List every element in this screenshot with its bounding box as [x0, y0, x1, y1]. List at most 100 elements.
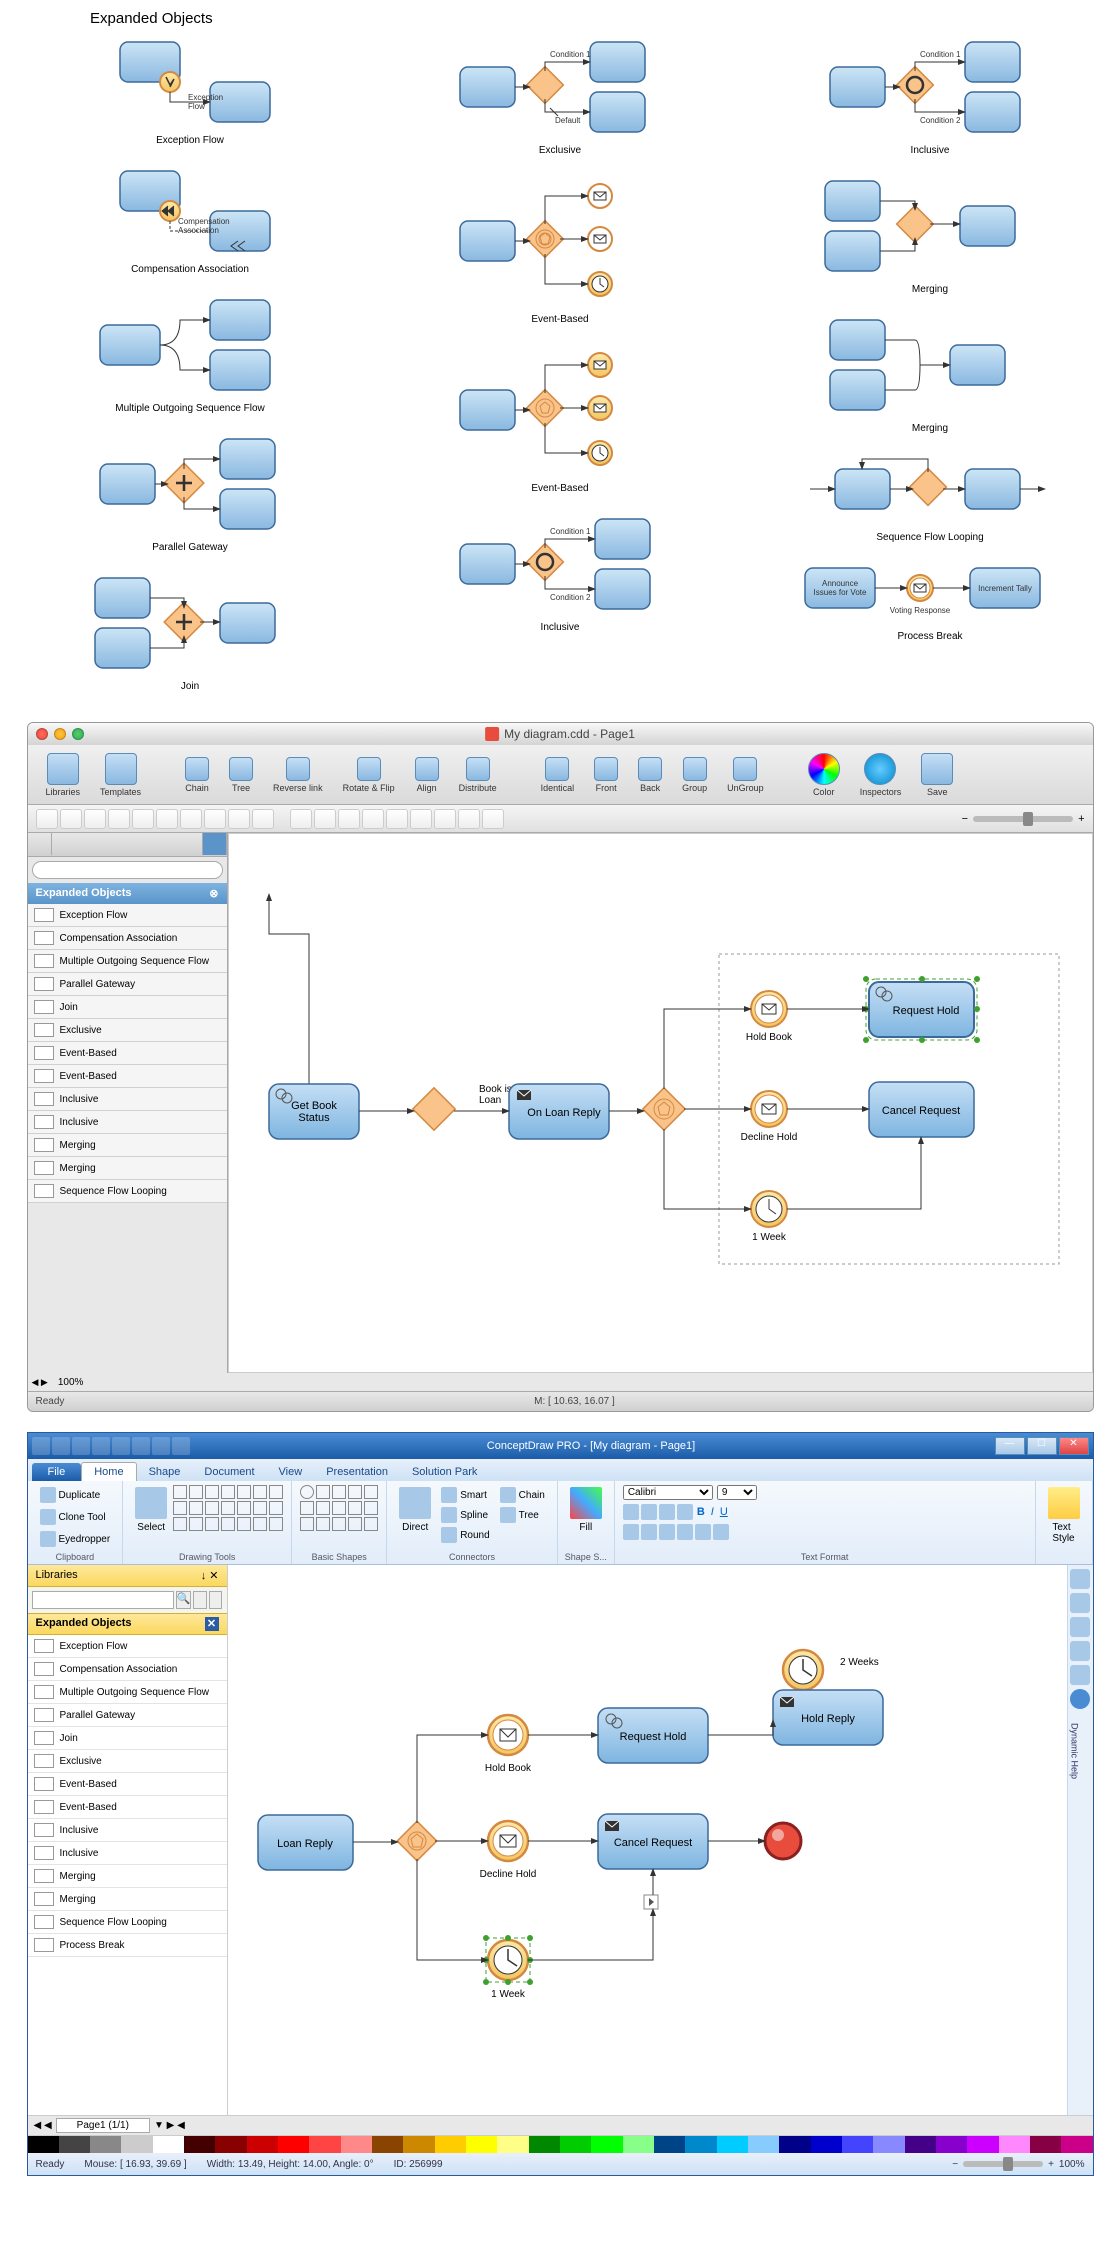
toolbar-group[interactable]: Group	[674, 753, 715, 797]
sidebar-header[interactable]: Expanded Objects⊗	[28, 883, 227, 904]
basic-shapes-grid[interactable]	[300, 1485, 378, 1531]
sidebar-item[interactable]: Inclusive	[28, 1088, 227, 1111]
toolbar-distribute[interactable]: Distribute	[451, 753, 505, 797]
page-tabs[interactable]: ◀ ◀Page1 (1/1)▼ ▶ ◀	[28, 2115, 1093, 2135]
canvas[interactable]: Get BookStatus Book isLoan On Loan Reply…	[228, 833, 1093, 1373]
font-select[interactable]: Calibri	[623, 1485, 713, 1500]
maximize-button[interactable]: ☐	[1027, 1437, 1057, 1455]
close-button[interactable]: ✕	[1059, 1437, 1089, 1455]
close-button[interactable]	[36, 728, 48, 740]
color-swatch[interactable]	[529, 2136, 560, 2153]
sidebar-item[interactable]: Multiple Outgoing Sequence Flow	[28, 950, 227, 973]
sidebar-item[interactable]: Parallel Gateway	[28, 1704, 227, 1727]
sidebar-item[interactable]: Exclusive	[28, 1750, 227, 1773]
color-swatch[interactable]	[967, 2136, 998, 2153]
close-icon[interactable]: ✕	[205, 1617, 219, 1631]
search-input[interactable]	[32, 861, 223, 879]
sidebar-item[interactable]: Merging	[28, 1865, 227, 1888]
sidebar-item[interactable]: Inclusive	[28, 1842, 227, 1865]
win-titlebar[interactable]: ConceptDraw PRO - [My diagram - Page1] —…	[28, 1433, 1093, 1459]
minimize-button[interactable]: —	[995, 1437, 1025, 1455]
color-swatch[interactable]	[591, 2136, 622, 2153]
color-swatch[interactable]	[560, 2136, 591, 2153]
tab-file[interactable]: File	[32, 1463, 82, 1481]
color-swatch[interactable]	[936, 2136, 967, 2153]
color-swatch[interactable]	[372, 2136, 403, 2153]
qat-button[interactable]	[32, 1437, 50, 1455]
sidebar-item[interactable]: Sequence Flow Looping	[28, 1911, 227, 1934]
fill-button[interactable]: Fill	[566, 1485, 606, 1535]
tab-document[interactable]: Document	[192, 1463, 266, 1481]
color-swatch[interactable]	[654, 2136, 685, 2153]
color-swatch[interactable]	[905, 2136, 936, 2153]
sidebar-item[interactable]: Inclusive	[28, 1819, 227, 1842]
sidebar-item[interactable]: Exception Flow	[28, 904, 227, 927]
sidebar-item[interactable]: Process Break	[28, 1934, 227, 1957]
color-swatch[interactable]	[717, 2136, 748, 2153]
zoom-slider[interactable]: −+	[962, 813, 1085, 825]
minimize-button[interactable]	[54, 728, 66, 740]
fontsize-select[interactable]: 9	[717, 1485, 757, 1500]
color-swatch[interactable]	[278, 2136, 309, 2153]
tab-view[interactable]: View	[267, 1463, 315, 1481]
help-icon[interactable]	[1070, 1689, 1090, 1709]
color-swatch[interactable]	[748, 2136, 779, 2153]
color-swatch[interactable]	[779, 2136, 810, 2153]
close-icon[interactable]: ⊗	[209, 887, 218, 900]
eyedropper-button[interactable]: Eyedropper	[36, 1529, 115, 1549]
canvas[interactable]: Loan Reply Hold Book Decline Hold 1 Week…	[228, 1565, 1067, 2115]
clone-button[interactable]: Clone Tool	[36, 1507, 110, 1527]
sidebar-item[interactable]: Join	[28, 996, 227, 1019]
color-swatch[interactable]	[184, 2136, 215, 2153]
toolbar-libraries[interactable]: Libraries	[38, 749, 89, 801]
search-button[interactable]: 🔍	[176, 1591, 192, 1609]
color-bar[interactable]	[28, 2135, 1093, 2153]
sidebar-item[interactable]: Event-Based	[28, 1065, 227, 1088]
color-swatch[interactable]	[999, 2136, 1030, 2153]
toolbar-color[interactable]: Color	[800, 749, 848, 801]
toolbar-tree[interactable]: Tree	[221, 753, 261, 797]
sidebar-item[interactable]: Compensation Association	[28, 927, 227, 950]
color-swatch[interactable]	[403, 2136, 434, 2153]
search-input[interactable]	[32, 1591, 174, 1609]
toolbar-save[interactable]: Save	[913, 749, 961, 801]
zoom-control[interactable]: −+ 100%	[952, 2159, 1084, 2170]
toolbar-chain[interactable]: Chain	[177, 753, 217, 797]
maximize-button[interactable]	[72, 728, 84, 740]
libraries-header[interactable]: Libraries↓ ✕	[28, 1565, 227, 1587]
tab-solution-park[interactable]: Solution Park	[400, 1463, 489, 1481]
toolbar-ungroup[interactable]: UnGroup	[719, 753, 772, 797]
tab-shape[interactable]: Shape	[137, 1463, 193, 1481]
toolbar-rotate-flip[interactable]: Rotate & Flip	[335, 753, 403, 797]
tab-presentation[interactable]: Presentation	[314, 1463, 400, 1481]
tool-icon[interactable]	[1070, 1569, 1090, 1589]
duplicate-button[interactable]: Duplicate	[36, 1485, 105, 1505]
color-swatch[interactable]	[497, 2136, 528, 2153]
sidebar-item[interactable]: Merging	[28, 1134, 227, 1157]
tab-home[interactable]: Home	[81, 1462, 136, 1481]
sidebar-item[interactable]: Event-Based	[28, 1773, 227, 1796]
color-swatch[interactable]	[811, 2136, 842, 2153]
color-swatch[interactable]	[435, 2136, 466, 2153]
color-swatch[interactable]	[466, 2136, 497, 2153]
sidebar-item[interactable]: Sequence Flow Looping	[28, 1180, 227, 1203]
color-swatch[interactable]	[121, 2136, 152, 2153]
toolbar-back[interactable]: Back	[630, 753, 670, 797]
sidebar-item[interactable]: Compensation Association	[28, 1658, 227, 1681]
color-swatch[interactable]	[28, 2136, 59, 2153]
color-swatch[interactable]	[153, 2136, 184, 2153]
tool-button[interactable]	[36, 809, 58, 829]
drawing-tools-grid[interactable]	[173, 1485, 283, 1531]
section-header[interactable]: Expanded Objects✕	[28, 1613, 227, 1635]
sidebar-item[interactable]: Merging	[28, 1888, 227, 1911]
toolbar-align[interactable]: Align	[407, 753, 447, 797]
color-swatch[interactable]	[873, 2136, 904, 2153]
toolbar-reverse-link[interactable]: Reverse link	[265, 753, 331, 797]
color-swatch[interactable]	[247, 2136, 278, 2153]
sidebar-item[interactable]: Multiple Outgoing Sequence Flow	[28, 1681, 227, 1704]
toolbar-identical[interactable]: Identical	[533, 753, 583, 797]
color-swatch[interactable]	[59, 2136, 90, 2153]
color-swatch[interactable]	[309, 2136, 340, 2153]
sidebar-item[interactable]: Inclusive	[28, 1111, 227, 1134]
toolbar-inspectors[interactable]: Inspectors	[852, 749, 910, 801]
